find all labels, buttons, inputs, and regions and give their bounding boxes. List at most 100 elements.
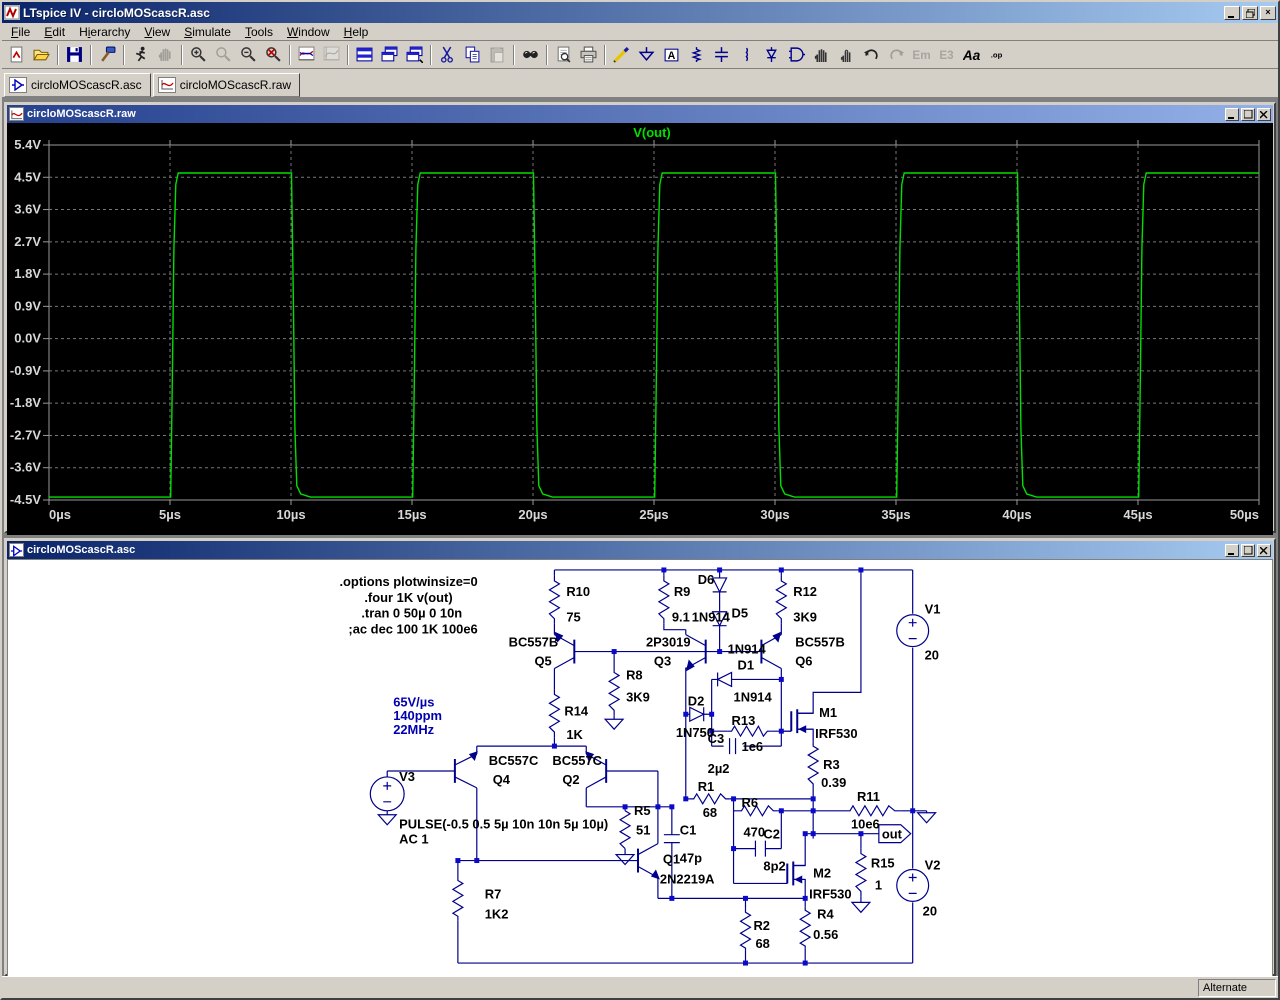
ref: R2 [753, 918, 770, 933]
menu-window[interactable]: Window [280, 24, 337, 40]
redo-icon[interactable] [884, 43, 909, 67]
rotate-icon[interactable]: E3 [934, 43, 959, 67]
spice-directive: ;ac dec 100 1K 100e6 [348, 622, 477, 637]
tab-waveform[interactable]: circloMOScascR.raw [153, 73, 300, 97]
new-schematic-icon[interactable] [4, 43, 29, 67]
move-icon[interactable] [809, 43, 834, 67]
capacitor-icon[interactable] [709, 43, 734, 67]
ref: Q4 [493, 772, 511, 787]
schematic-titlebar[interactable]: circloMOScascR.asc [7, 541, 1273, 559]
value: 0.56 [813, 927, 838, 942]
cascade-windows-icon[interactable] [377, 43, 402, 67]
x-tick-label: 15µs [397, 507, 426, 522]
print-preview-icon[interactable] [551, 43, 576, 67]
menu-hierarchy[interactable]: Hierarchy [72, 24, 137, 40]
menu-tools[interactable]: Tools [238, 24, 280, 40]
junction-dot [803, 831, 808, 836]
save-icon[interactable] [62, 43, 87, 67]
value: 1K [566, 727, 583, 742]
cut-icon[interactable] [435, 43, 460, 67]
tile-windows-icon[interactable] [352, 43, 377, 67]
menu-help[interactable]: Help [337, 24, 376, 40]
halt-icon[interactable] [153, 43, 178, 67]
paste-icon[interactable] [485, 43, 510, 67]
value: 0.39 [821, 775, 846, 790]
zoom-back-icon[interactable] [211, 43, 236, 67]
toolbar-separator [181, 45, 183, 65]
x-tick-label: 50µs [1230, 507, 1259, 522]
junction-dot [779, 567, 784, 572]
y-tick-label: 3.6V [14, 202, 41, 217]
junction-dot [858, 831, 863, 836]
spice-directive-icon[interactable]: .op [984, 43, 1009, 67]
schematic-icon [9, 77, 27, 93]
junction-dot [709, 712, 714, 717]
menu-view[interactable]: View [137, 24, 177, 40]
junction-dot [669, 896, 674, 901]
print-icon[interactable] [576, 43, 601, 67]
waveform-titlebar[interactable]: circloMOScascR.raw [7, 105, 1273, 123]
text-icon[interactable]: Aa [959, 43, 984, 67]
ref: C1 [680, 823, 697, 838]
net-label-icon[interactable]: A [659, 43, 684, 67]
drag-icon[interactable] [834, 43, 859, 67]
value: 8p2 [763, 859, 785, 874]
find-icon[interactable] [518, 43, 543, 67]
toolbar-separator [513, 45, 515, 65]
waveform-window: circloMOScascR.raw V(out) 0µs5µs10µs15µs… [4, 102, 1276, 533]
wave-minimize-button[interactable] [1225, 108, 1239, 121]
tab-schematic[interactable]: circloMOScascR.asc [4, 73, 151, 97]
inductor-icon[interactable] [734, 43, 759, 67]
schematic-window: circloMOScascR.asc [4, 538, 1276, 976]
junction-dot [552, 744, 557, 749]
zoom-in-icon[interactable] [186, 43, 211, 67]
schematic-canvas[interactable]: .options plotwinsize=0 .four 1K v(out) .… [7, 559, 1273, 976]
resistor-icon[interactable] [684, 43, 709, 67]
mirror-icon[interactable]: Em [909, 43, 934, 67]
component-icon[interactable] [784, 43, 809, 67]
mdi-area: circloMOScascR.raw V(out) 0µs5µs10µs15µs… [2, 98, 1278, 976]
close-button[interactable]: × [1260, 6, 1276, 20]
menu-simulate[interactable]: Simulate [177, 24, 238, 40]
ground-icon[interactable] [634, 43, 659, 67]
app-icon [4, 5, 20, 20]
draw-wire-icon[interactable] [609, 43, 634, 67]
x-tick-label: 10µs [276, 507, 305, 522]
open-icon[interactable] [29, 43, 54, 67]
junction-dot [858, 567, 863, 572]
zoom-full-extents-icon[interactable] [261, 43, 286, 67]
restore-button[interactable] [1242, 6, 1258, 20]
wave-close-button[interactable] [1257, 108, 1271, 121]
ref: D6 [698, 572, 715, 587]
ref: R7 [485, 886, 502, 901]
waveform-plot[interactable]: V(out) 0µs5µs10µs15µs20µs25µs30µs35µs40µ… [7, 123, 1273, 535]
schem-minimize-button[interactable] [1225, 544, 1239, 557]
zoom-out-icon[interactable] [236, 43, 261, 67]
junction-dot [803, 896, 808, 901]
control-panel-icon[interactable] [95, 43, 120, 67]
undo-icon[interactable] [859, 43, 884, 67]
autorange-icon[interactable] [319, 43, 344, 67]
x-tick-label: 0µs [49, 507, 71, 522]
menu-bar[interactable]: FileEditHierarchyViewSimulateToolsWindow… [2, 23, 1278, 41]
title-bar[interactable]: LTspice IV - circloMOScascR.asc × [2, 2, 1278, 23]
wave-maximize-button[interactable] [1241, 108, 1255, 121]
window-title: LTspice IV - circloMOScascR.asc [23, 6, 1224, 20]
schem-close-button[interactable] [1257, 544, 1271, 557]
junction-dot [811, 808, 816, 813]
minimize-button[interactable] [1224, 6, 1240, 20]
junction-dot [910, 808, 915, 813]
value: IRF530 [815, 726, 857, 741]
copy-icon[interactable] [460, 43, 485, 67]
value: 1e6 [742, 739, 764, 754]
diode-icon[interactable] [759, 43, 784, 67]
y-tick-label: -2.7V [10, 427, 41, 442]
plot-settings-icon[interactable] [294, 43, 319, 67]
value: 3K9 [793, 610, 817, 625]
schem-maximize-button[interactable] [1241, 544, 1255, 557]
run-icon[interactable] [128, 43, 153, 67]
arrange-windows-icon[interactable] [402, 43, 427, 67]
menu-edit[interactable]: Edit [37, 24, 72, 40]
junction-dot [661, 567, 666, 572]
menu-file[interactable]: File [4, 24, 37, 40]
